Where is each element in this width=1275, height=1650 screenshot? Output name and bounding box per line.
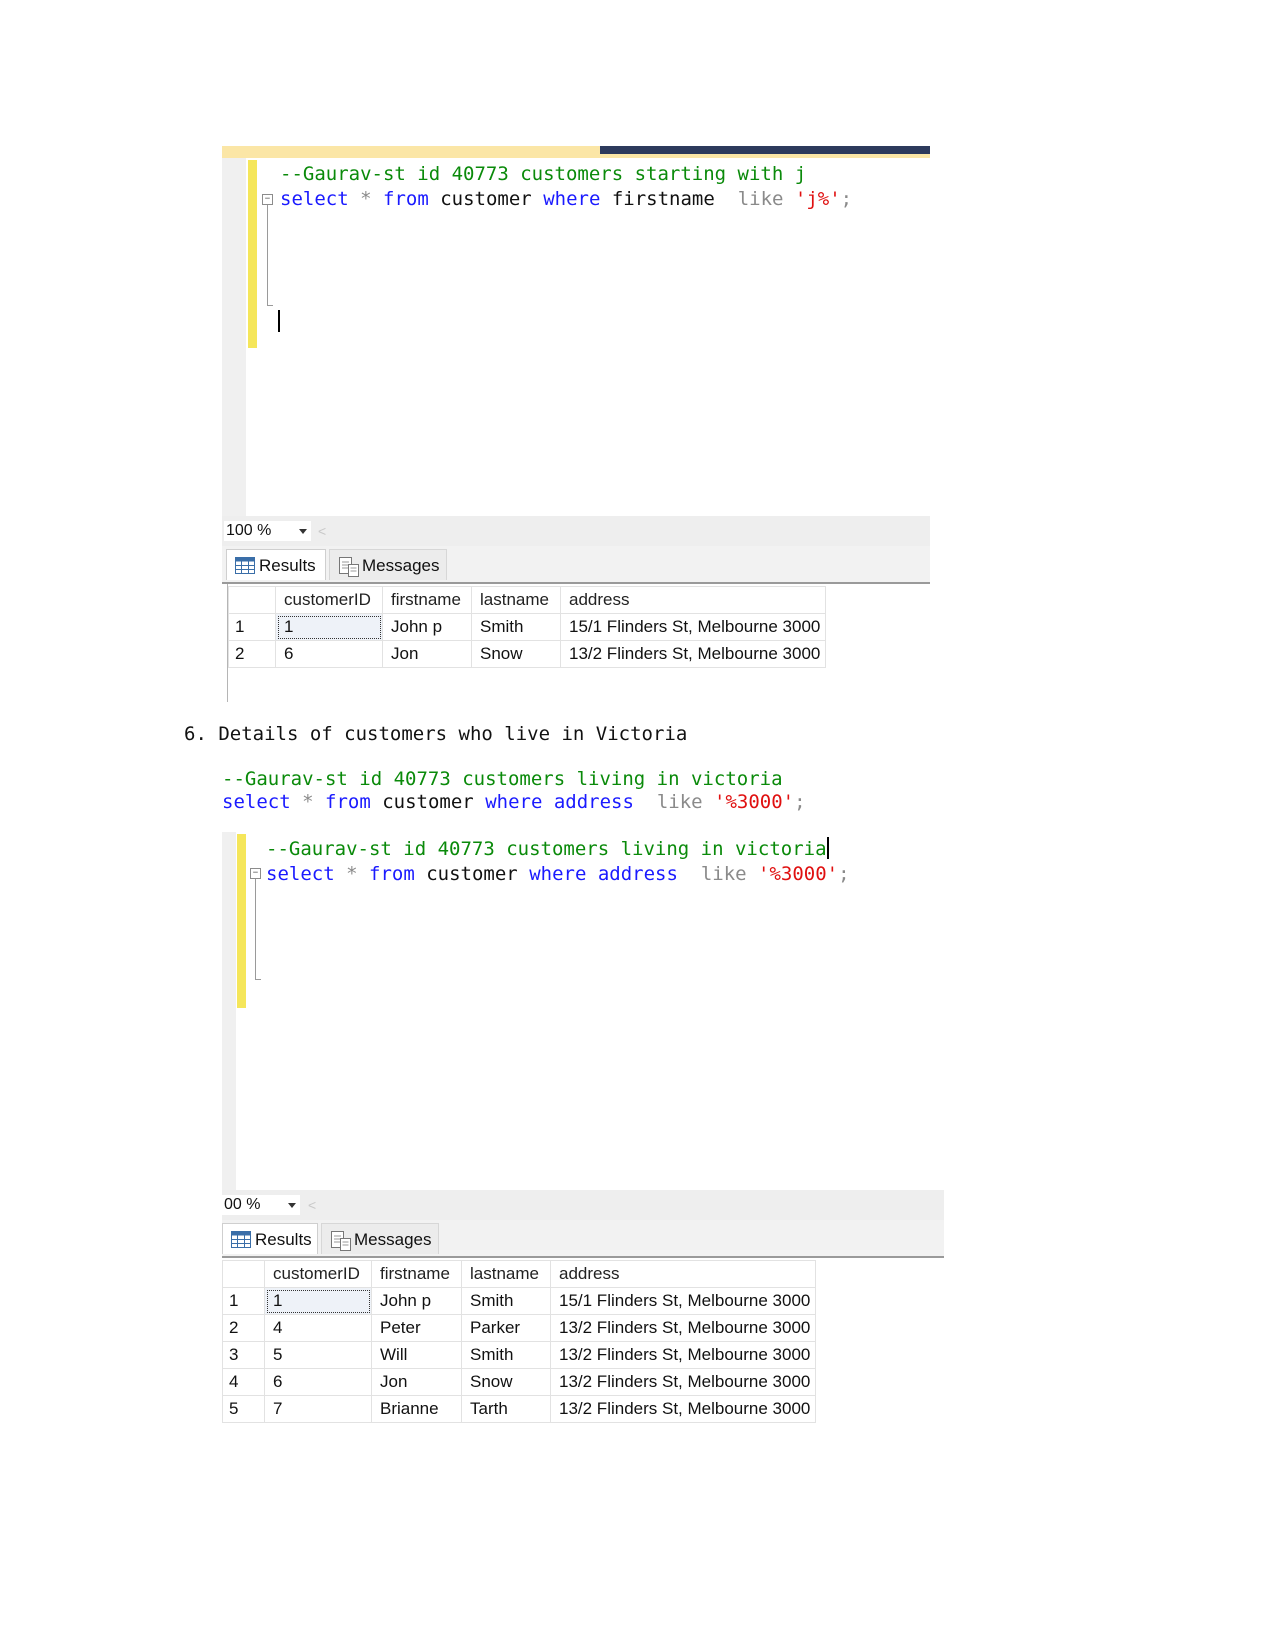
editor-gutter [222, 832, 236, 1190]
row-number-header[interactable] [228, 586, 276, 614]
column-header[interactable]: customerID [264, 1260, 372, 1288]
messages-icon [331, 1231, 351, 1251]
chevron-down-icon [299, 529, 307, 534]
tab-messages[interactable]: Messages [321, 1223, 439, 1254]
sql-comment: --Gaurav-st id 40773 customers starting … [280, 163, 807, 185]
zoom-select[interactable]: 100 % [224, 521, 311, 541]
table-row[interactable]: 1 1 John p Smith 15/1 Flinders St, Melbo… [228, 613, 826, 641]
text-cursor [826, 837, 829, 859]
zoom-bar: 100 % < [222, 516, 930, 546]
table-row[interactable]: 1 1 John p Smith 15/1 Flinders St, Melbo… [222, 1287, 816, 1315]
table-row[interactable]: 2 4 Peter Parker 13/2 Flinders St, Melbo… [222, 1314, 816, 1342]
column-header[interactable]: lastname [461, 1260, 551, 1288]
zoom-select[interactable]: 00 % [222, 1195, 300, 1215]
results-tab-bar: Results Messages [222, 546, 930, 584]
results-grid: customerID firstname lastname address 1 … [222, 1260, 816, 1423]
grid-header-row: customerID firstname lastname address [222, 1260, 816, 1288]
grid-header-row: customerID firstname lastname address [228, 586, 826, 614]
collapse-toggle-icon[interactable]: − [262, 194, 273, 205]
scroll-left-icon[interactable]: < [318, 523, 326, 539]
tab-messages[interactable]: Messages [329, 549, 447, 580]
column-header[interactable]: lastname [471, 586, 561, 614]
query-screenshot-2: − --Gaurav-st id 40773 customers living … [222, 832, 944, 1434]
messages-icon [339, 557, 359, 577]
tab-results[interactable]: Results [226, 549, 326, 580]
sql-comment: --Gaurav-st id 40773 customers living in… [266, 838, 827, 860]
results-tab-bar: Results Messages [222, 1220, 944, 1258]
table-row[interactable]: 5 7 Brianne Tarth 13/2 Flinders St, Melb… [222, 1395, 816, 1423]
column-header[interactable]: address [560, 586, 826, 614]
column-header[interactable]: customerID [275, 586, 383, 614]
zoom-bar: 00 % < [222, 1190, 944, 1220]
editor-gutter [222, 158, 246, 516]
text-cursor [278, 310, 280, 332]
grid-icon [235, 557, 255, 574]
sql-editor[interactable]: --Gaurav-st id 40773 customers starting … [280, 162, 852, 212]
table-row[interactable]: 3 5 Will Smith 13/2 Flinders St, Melbour… [222, 1341, 816, 1369]
table-row[interactable]: 2 6 Jon Snow 13/2 Flinders St, Melbourne… [228, 640, 826, 668]
editor-top-strip [222, 146, 930, 158]
column-header[interactable]: address [550, 1260, 816, 1288]
section-heading: 6. Details of customers who live in Vict… [184, 723, 688, 745]
row-number-header[interactable] [222, 1260, 265, 1288]
change-bar [237, 834, 246, 1008]
sql-snippet: --Gaurav-st id 40773 customers living in… [222, 768, 806, 813]
chevron-down-icon [288, 1203, 296, 1208]
table-row[interactable]: 4 6 Jon Snow 13/2 Flinders St, Melbourne… [222, 1368, 816, 1396]
column-header[interactable]: firstname [382, 586, 472, 614]
grid-icon [231, 1231, 251, 1248]
query-screenshot-1: − --Gaurav-st id 40773 customers startin… [222, 146, 930, 702]
tab-results[interactable]: Results [222, 1223, 318, 1254]
results-grid: customerID firstname lastname address 1 … [228, 586, 826, 668]
collapse-toggle-icon[interactable]: − [250, 868, 261, 879]
column-header[interactable]: firstname [371, 1260, 462, 1288]
change-bar [248, 160, 257, 348]
sql-editor[interactable]: --Gaurav-st id 40773 customers living in… [266, 837, 850, 887]
scroll-left-icon[interactable]: < [308, 1197, 316, 1213]
